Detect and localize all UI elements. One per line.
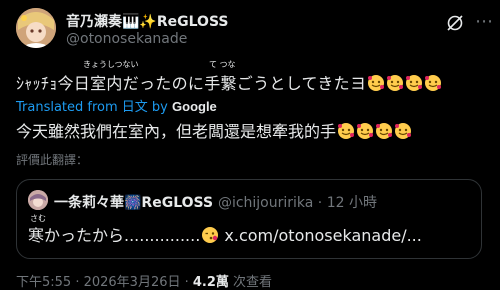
author-handle[interactable]: @otonosekanade bbox=[66, 31, 187, 47]
quoted-author-name[interactable]: 一条莉々華🎆ReGLOSS bbox=[54, 195, 213, 211]
author-name[interactable]: 音乃瀬奏🎹✨ReGLOSS bbox=[66, 11, 229, 31]
tweet-text-ja-body: ｼｬｯﾁｮ今日室内だったのに手繋ごうとしてきたヨ bbox=[16, 74, 367, 93]
quoted-author-avatar[interactable] bbox=[28, 190, 48, 210]
grok-icon[interactable] bbox=[446, 14, 464, 32]
google-logo: Google bbox=[172, 99, 217, 114]
translated-label[interactable]: Translated from 日文 by bbox=[16, 100, 168, 115]
tweet-footer: 下午5:55 · 2026年3月26日 · 4.2萬 次查看 bbox=[16, 271, 272, 290]
smiling-face-hearts-icon bbox=[394, 122, 412, 140]
translated-from-link[interactable]: Translated from 日文 by Google bbox=[16, 96, 217, 115]
smiling-face-hearts-icon bbox=[424, 74, 442, 92]
smiling-face-hearts-icon bbox=[356, 122, 374, 140]
kissing-face-icon bbox=[201, 226, 219, 244]
quoted-tweet[interactable] bbox=[16, 179, 482, 259]
rate-translation-label[interactable]: 評價此翻譯： bbox=[16, 151, 88, 168]
tweet-text-zh: 今天雖然我們在室內，但老闆還是想牽我的手 bbox=[16, 118, 412, 142]
quoted-text: 寒かったから............... x.com/otonosekanad… bbox=[28, 222, 422, 246]
ruby-kyou-shitsunai: きょうしつない bbox=[83, 60, 139, 69]
smiling-face-hearts-icon bbox=[405, 74, 423, 92]
smiling-face-hearts-icon bbox=[386, 74, 404, 92]
author-avatar[interactable] bbox=[16, 8, 56, 48]
quoted-link[interactable]: x.com/otonosekanade/... bbox=[224, 226, 421, 245]
smiling-face-hearts-icon bbox=[337, 122, 355, 140]
quoted-author-meta: @ichijouririka · 12 小時 bbox=[217, 195, 377, 211]
smiling-face-hearts-icon bbox=[367, 74, 385, 92]
more-icon[interactable]: ⋯ bbox=[474, 12, 494, 32]
quoted-text-body: 寒かったから............... bbox=[28, 226, 201, 245]
tweet-text-ja: ｼｬｯﾁｮ今日室内だったのに手繋ごうとしてきたヨ bbox=[16, 70, 442, 94]
ruby-te-tsuna: て つな bbox=[209, 60, 236, 69]
tweet-text-zh-body: 今天雖然我們在室內，但老闆還是想牽我的手 bbox=[16, 122, 337, 141]
quoted-author[interactable]: 一条莉々華🎆ReGLOSS @ichijouririka · 12 小時 bbox=[54, 192, 377, 212]
smiling-face-hearts-icon bbox=[375, 122, 393, 140]
